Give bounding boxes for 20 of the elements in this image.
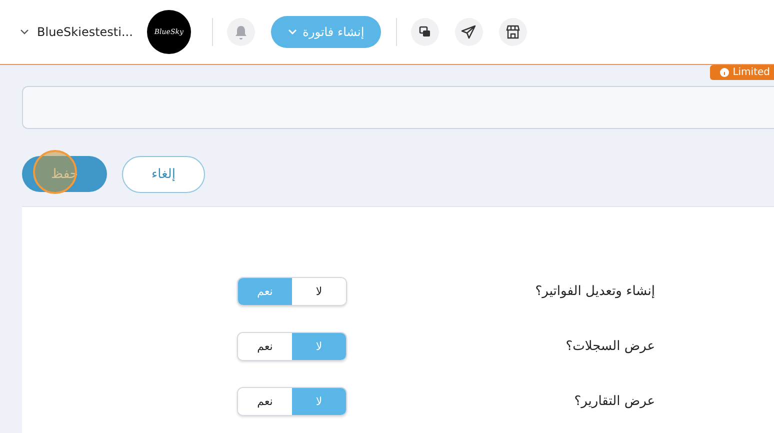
create-invoice-button[interactable]: إنشاء فاتورة bbox=[270, 16, 381, 48]
permission-label: إنشاء وتعديل الفواتير؟ bbox=[534, 284, 655, 299]
info-icon bbox=[720, 68, 729, 77]
input-field[interactable] bbox=[22, 86, 774, 129]
toggle-option[interactable]: لا bbox=[292, 333, 346, 360]
toggle-option[interactable]: لا bbox=[292, 388, 346, 415]
store-icon[interactable] bbox=[498, 18, 527, 46]
chevron-down-icon bbox=[20, 29, 29, 35]
copy-icon[interactable] bbox=[410, 18, 439, 46]
send-icon[interactable] bbox=[454, 18, 483, 46]
toggle-option[interactable]: نعم bbox=[238, 278, 292, 305]
badge-label: Limited bbox=[732, 67, 770, 78]
toggle-option[interactable]: نعم bbox=[238, 388, 292, 415]
permission-label: عرض السجلات؟ bbox=[564, 339, 655, 354]
account-menu[interactable]: BlueSkiestesti... bbox=[20, 25, 133, 39]
toggle-option[interactable]: لا bbox=[292, 278, 346, 305]
permission-label: عرض التقارير؟ bbox=[573, 394, 655, 409]
toggle-option[interactable]: نعم bbox=[238, 333, 292, 360]
cancel-button[interactable]: إلغاء bbox=[122, 156, 205, 193]
chevron-down-icon bbox=[288, 29, 297, 35]
